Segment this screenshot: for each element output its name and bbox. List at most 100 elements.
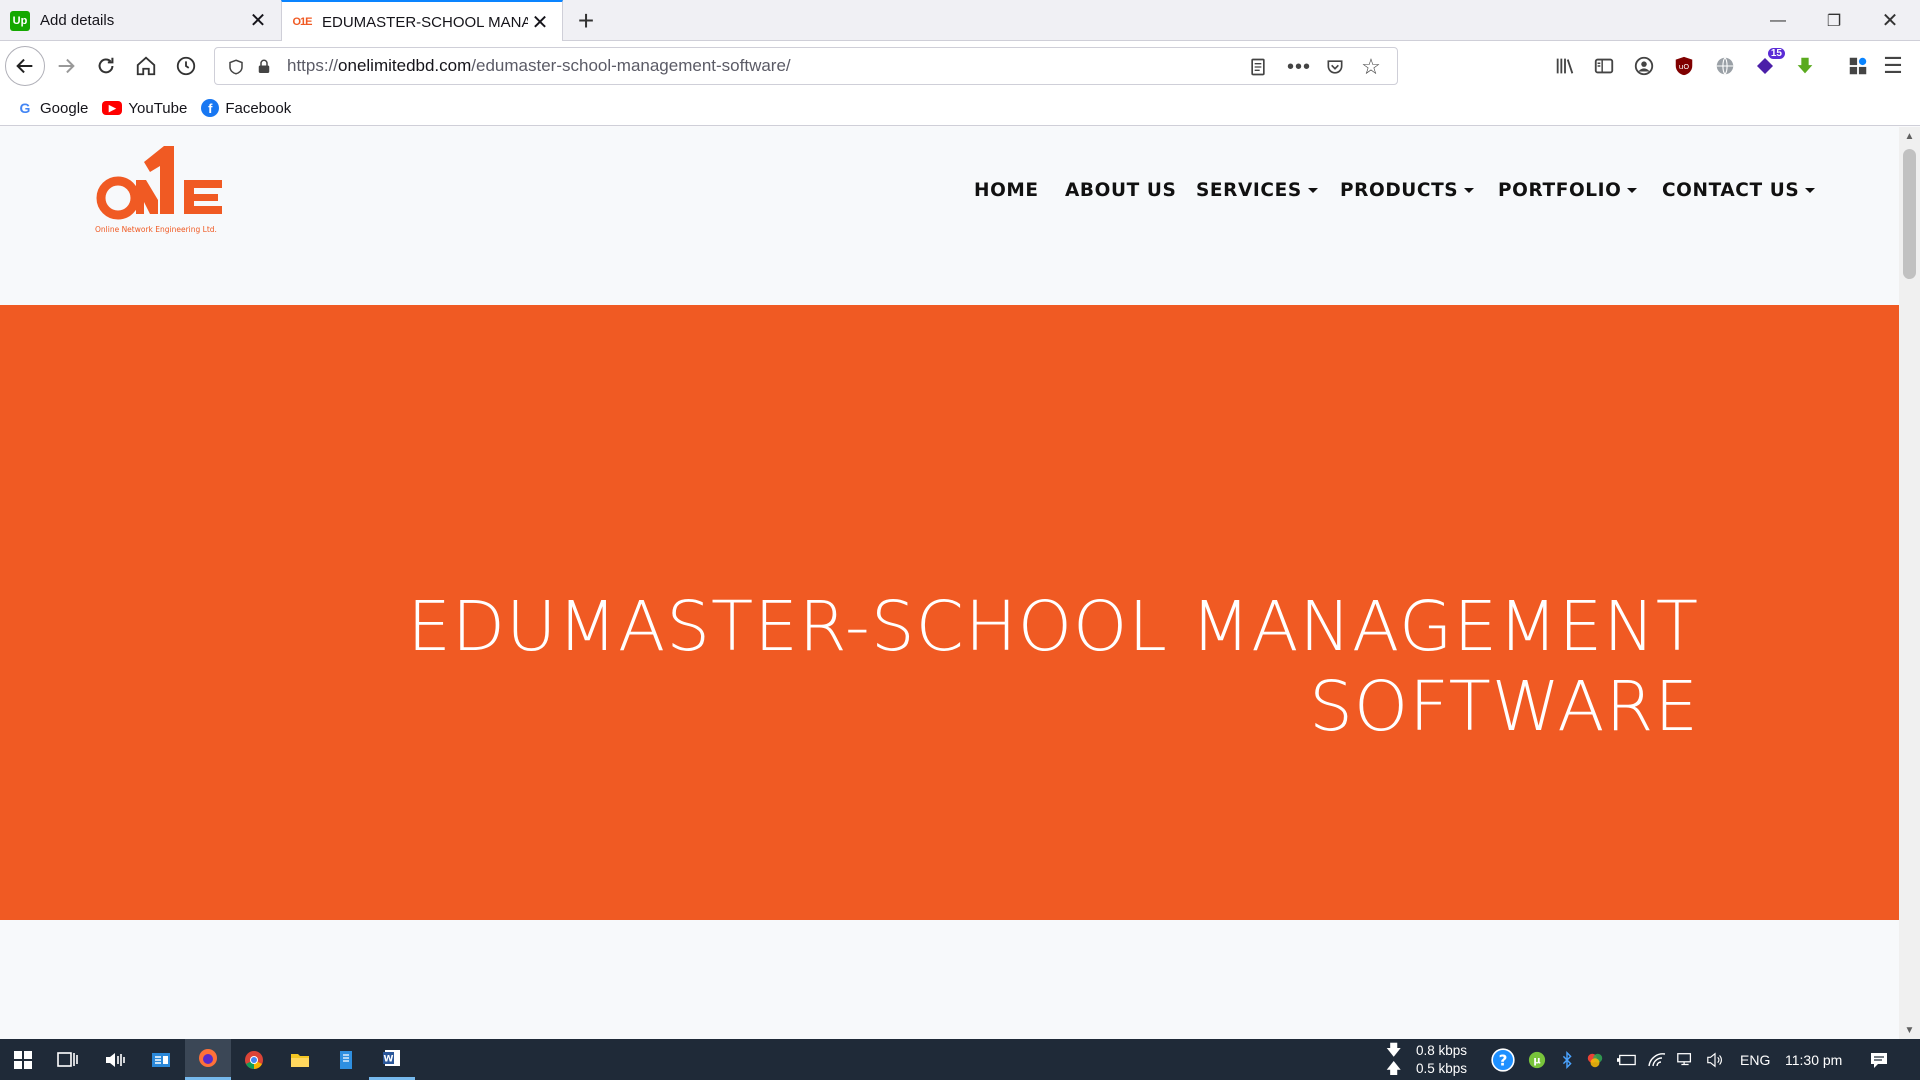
nav-services[interactable]: SERVICES xyxy=(1196,180,1318,201)
bookmark-youtube[interactable]: ▶ YouTube xyxy=(102,100,187,117)
notifications-icon[interactable] xyxy=(1856,1039,1902,1080)
volume-icon[interactable] xyxy=(1692,1039,1738,1080)
reader-view-icon[interactable] xyxy=(1245,54,1271,80)
hero-banner: EDUMASTER-SCHOOL MANAGEMENT SOFTWARE xyxy=(0,305,1899,920)
forward-button[interactable] xyxy=(49,49,83,83)
bookmarks-toolbar: G Google ▶ YouTube f Facebook xyxy=(0,91,1920,126)
network-speed-meter: 🡇 0.8 kbps 🡅 0.5 kbps xyxy=(1386,1042,1467,1078)
upload-arrow-icon: 🡅 xyxy=(1386,1060,1402,1077)
tab-title: Add details xyxy=(40,12,115,29)
facebook-icon: f xyxy=(201,99,220,117)
tab-title: EDUMASTER-SCHOOL MANAG xyxy=(322,13,528,31)
caret-down-icon xyxy=(1464,188,1475,193)
notepad-app-icon[interactable] xyxy=(323,1039,369,1080)
bookmark-label: Google xyxy=(40,99,89,117)
language-indicator[interactable]: ENG xyxy=(1740,1039,1770,1080)
windows-taskbar: W 🡇 0.8 kbps 🡅 0.5 kbps ? µ ENG 11:30 pm xyxy=(0,1039,1920,1080)
back-arrow-icon xyxy=(16,58,33,74)
close-icon[interactable]: ✕ xyxy=(528,10,552,34)
download-speed: 0.8 kbps xyxy=(1416,1043,1468,1058)
svg-text:uO: uO xyxy=(1679,62,1690,71)
file-explorer-icon[interactable] xyxy=(277,1039,323,1080)
upwork-icon: Up xyxy=(10,10,30,31)
url-scheme: https:// xyxy=(287,56,339,75)
site-header: Online Network Engineering Ltd. HOME ABO… xyxy=(0,127,1899,305)
page-title: EDUMASTER-SCHOOL MANAGEMENT SOFTWARE xyxy=(399,587,1699,747)
nav-home[interactable]: HOME xyxy=(974,180,1039,201)
new-tab-button[interactable]: + xyxy=(570,5,602,37)
windows-start-icon[interactable] xyxy=(0,1039,46,1080)
hero-title-line2: SOFTWARE xyxy=(1309,667,1699,747)
nav-contact-us[interactable]: CONTACT US xyxy=(1662,180,1816,201)
url-bar[interactable]: https://onelimitedbd.com/edumaster-schoo… xyxy=(214,47,1398,85)
page-scrollbar[interactable]: ▲ ▼ xyxy=(1899,127,1920,1039)
content-area xyxy=(0,920,1899,1039)
history-button[interactable] xyxy=(169,49,203,83)
extension-purple-icon[interactable]: 15 xyxy=(1749,48,1785,82)
clock-icon xyxy=(176,56,196,76)
pocket-icon[interactable] xyxy=(1322,54,1348,80)
extensions-icon[interactable] xyxy=(1842,50,1874,82)
navigation-toolbar: https://onelimitedbd.com/edumaster-schoo… xyxy=(0,41,1920,91)
reload-icon xyxy=(98,57,114,74)
tab-add-details[interactable]: Up Add details ✕ xyxy=(0,0,280,41)
tab-strip: Up Add details ✕ O1E EDUMASTER-SCHOOL MA… xyxy=(0,0,1920,42)
caret-down-icon xyxy=(1307,188,1318,193)
bookmark-label: Facebook xyxy=(225,99,292,117)
download-helper-icon[interactable] xyxy=(1789,50,1821,82)
account-icon[interactable] xyxy=(1628,50,1660,82)
ublock-icon[interactable]: uO xyxy=(1668,50,1700,82)
tab-edumaster[interactable]: O1E EDUMASTER-SCHOOL MANAG ✕ xyxy=(281,0,563,42)
back-button[interactable] xyxy=(5,46,45,86)
restore-icon[interactable]: ❐ xyxy=(1806,0,1862,41)
svg-text:W: W xyxy=(384,1055,394,1065)
caret-down-icon xyxy=(1805,188,1816,193)
lock-icon[interactable] xyxy=(251,54,277,80)
globe-icon[interactable] xyxy=(1709,50,1741,82)
shield-icon[interactable] xyxy=(223,54,249,80)
logo-tagline: Online Network Engineering Ltd. xyxy=(95,225,217,234)
home-icon xyxy=(136,56,156,76)
window-close-icon[interactable]: ✕ xyxy=(1862,0,1918,41)
bookmark-facebook[interactable]: f Facebook xyxy=(201,99,291,117)
firefox-taskbar-icon[interactable] xyxy=(185,1039,231,1080)
caret-down-icon xyxy=(1627,188,1638,193)
bookmark-label: YouTube xyxy=(128,99,188,117)
nav-label: PRODUCTS xyxy=(1340,180,1459,201)
home-button[interactable] xyxy=(129,49,163,83)
extension-badge: 15 xyxy=(1767,48,1785,59)
hamburger-menu-icon[interactable]: ☰ xyxy=(1877,50,1909,82)
scroll-up-icon[interactable]: ▲ xyxy=(1899,127,1920,145)
upload-speed: 0.5 kbps xyxy=(1416,1061,1468,1076)
audio-app-icon[interactable] xyxy=(92,1039,138,1080)
svg-text:µ: µ xyxy=(1533,1055,1540,1066)
main-nav: HOME ABOUT US SERVICES PRODUCTS PORTFOLI… xyxy=(0,180,1899,210)
clock-time[interactable]: 11:30 pm xyxy=(1785,1039,1842,1080)
forward-arrow-icon xyxy=(58,58,75,74)
nav-products[interactable]: PRODUCTS xyxy=(1340,180,1475,201)
bookmark-star-icon[interactable]: ☆ xyxy=(1358,54,1384,80)
word-taskbar-icon[interactable]: W xyxy=(369,1039,415,1080)
reload-button[interactable] xyxy=(89,49,123,83)
sidebar-icon[interactable] xyxy=(1588,50,1620,82)
task-view-icon[interactable] xyxy=(44,1039,90,1080)
nav-label: CONTACT US xyxy=(1662,180,1800,201)
more-actions-icon[interactable]: ••• xyxy=(1286,54,1312,80)
nav-label: SERVICES xyxy=(1196,180,1302,201)
url-host: onelimitedbd.com xyxy=(338,56,472,75)
close-icon[interactable]: ✕ xyxy=(246,9,270,33)
one-logo-icon: O1E xyxy=(292,16,312,28)
url-path: /edumaster-school-management-software/ xyxy=(471,56,791,75)
url-text[interactable]: https://onelimitedbd.com/edumaster-schoo… xyxy=(287,56,791,76)
scroll-thumb[interactable] xyxy=(1903,149,1916,279)
nav-label: HOME xyxy=(974,180,1039,201)
nav-portfolio[interactable]: PORTFOLIO xyxy=(1498,180,1638,201)
bookmark-google[interactable]: G Google xyxy=(16,99,89,117)
news-app-icon[interactable] xyxy=(138,1039,184,1080)
nav-about-us[interactable]: ABOUT US xyxy=(1065,180,1176,201)
page-viewport: Online Network Engineering Ltd. HOME ABO… xyxy=(0,127,1899,1039)
minimize-icon[interactable]: — xyxy=(1750,0,1806,41)
library-icon[interactable] xyxy=(1549,50,1581,82)
scroll-down-icon[interactable]: ▼ xyxy=(1899,1021,1920,1039)
chrome-taskbar-icon[interactable] xyxy=(231,1039,277,1080)
